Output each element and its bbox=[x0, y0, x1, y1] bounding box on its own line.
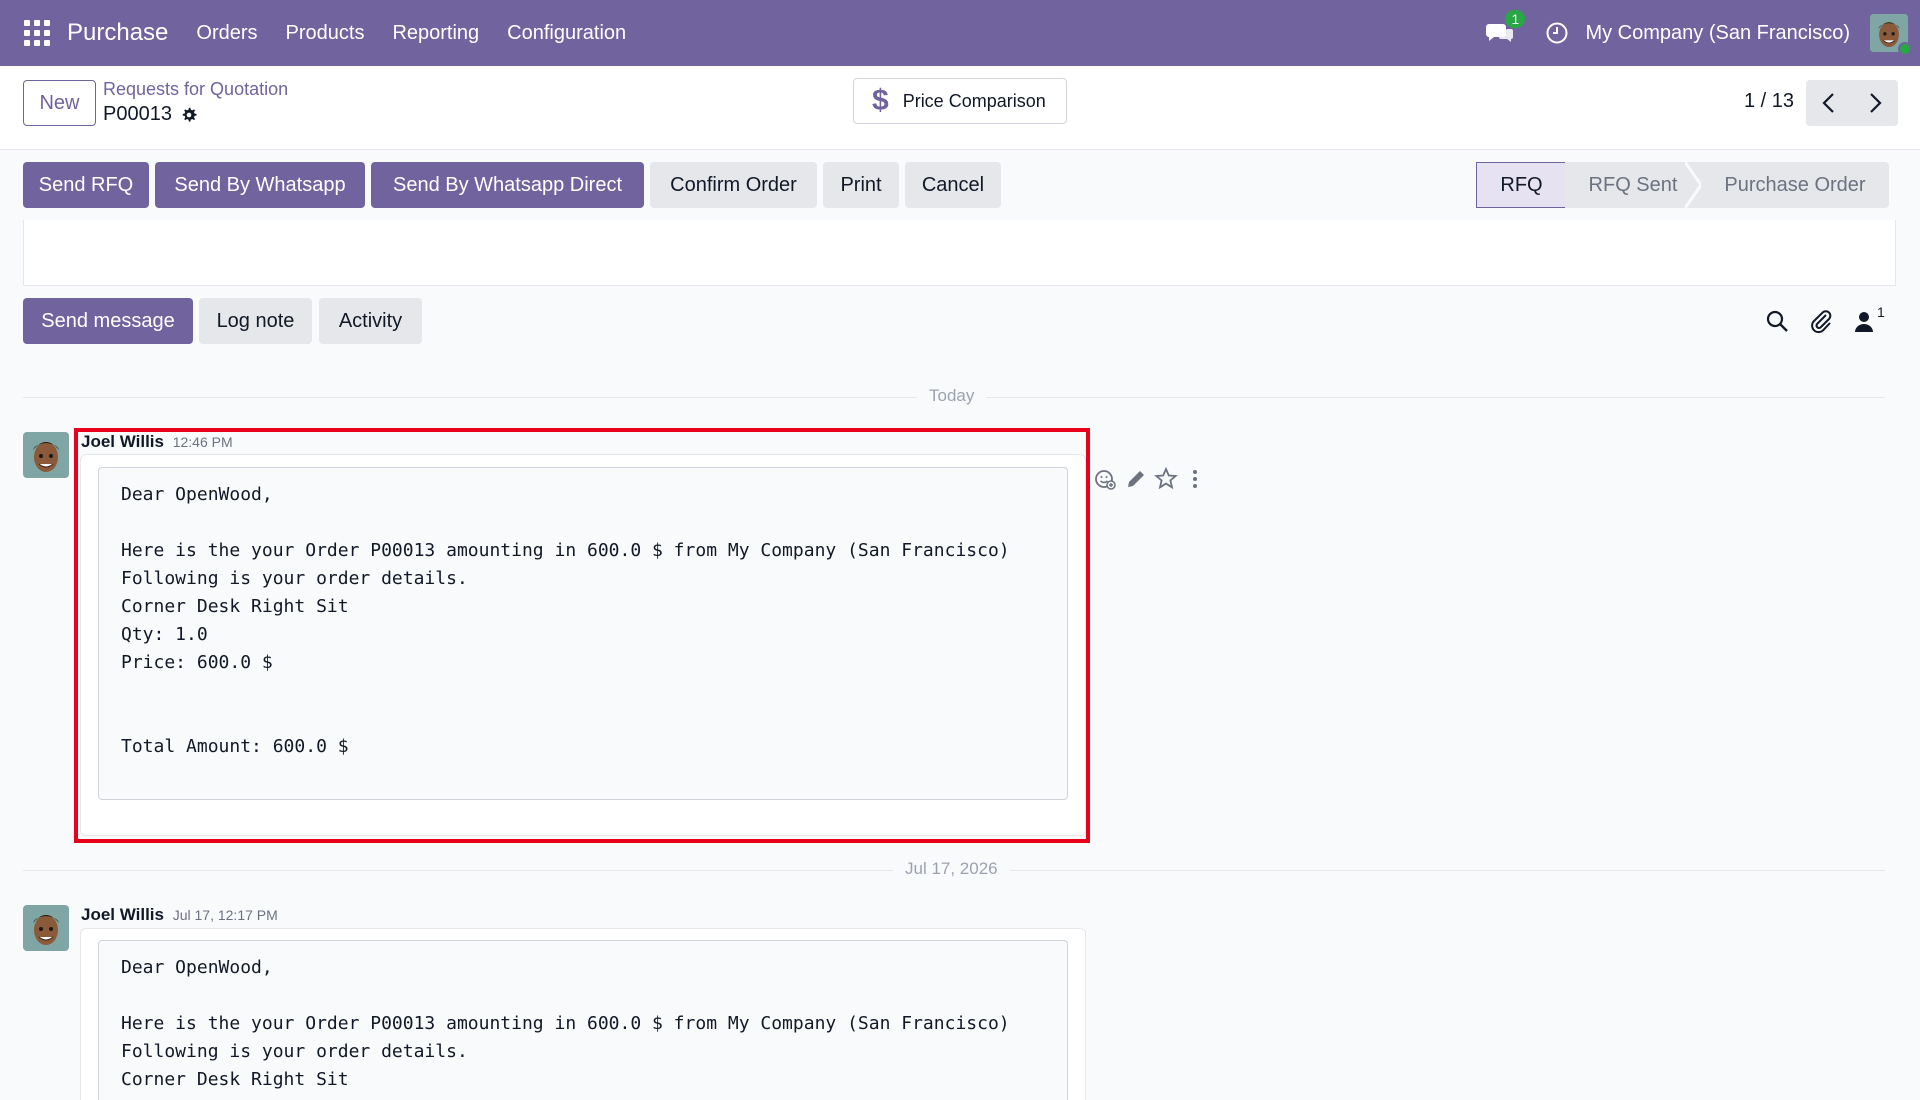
message-author-2[interactable]: Joel Willis Jul 17, 12:17 PM bbox=[81, 905, 278, 925]
menu-reporting[interactable]: Reporting bbox=[392, 22, 479, 45]
send-by-whatsapp-direct-button[interactable]: Send By Whatsapp Direct bbox=[371, 162, 644, 208]
app-brand[interactable]: Purchase bbox=[67, 19, 168, 47]
status-bar: RFQ RFQ Sent Purchase Order bbox=[1476, 162, 1889, 208]
cancel-button[interactable]: Cancel bbox=[905, 162, 1001, 208]
control-panel: New Requests for Quotation P00013 $ Pric… bbox=[0, 66, 1920, 150]
navbar-systray: 1 My Company (San Francisco) bbox=[1485, 0, 1920, 66]
activity-button[interactable]: Activity bbox=[319, 298, 422, 344]
log-note-button[interactable]: Log note bbox=[199, 298, 312, 344]
record-name: P00013 bbox=[103, 103, 172, 125]
chevron-left-icon bbox=[1822, 93, 1834, 113]
stage-rfq[interactable]: RFQ bbox=[1476, 162, 1566, 208]
paperclip-icon[interactable] bbox=[1808, 308, 1834, 334]
pager-value[interactable]: 1 / 13 bbox=[1744, 90, 1794, 113]
chat-icon[interactable]: 1 bbox=[1485, 10, 1526, 48]
message-body-2: Dear OpenWood, Here is the your Order P0… bbox=[98, 940, 1068, 1100]
send-message-button[interactable]: Send message bbox=[23, 298, 193, 344]
stage-purchase-order-label: Purchase Order bbox=[1724, 173, 1866, 196]
vertical-dots-glyph bbox=[1193, 470, 1197, 488]
menu-orders[interactable]: Orders bbox=[196, 22, 257, 45]
paperclip-glyph bbox=[1811, 310, 1832, 334]
star-glyph bbox=[1154, 466, 1178, 490]
price-comparison-button[interactable]: $ Price Comparison bbox=[853, 78, 1067, 124]
stage-arrow bbox=[1685, 162, 1701, 208]
print-button[interactable]: Print bbox=[823, 162, 899, 208]
online-status-dot bbox=[1898, 42, 1912, 56]
stage-rfq-sent-label: RFQ Sent bbox=[1588, 173, 1678, 196]
dollar-icon: $ bbox=[872, 84, 889, 117]
stage-purchase-order[interactable]: Purchase Order bbox=[1701, 162, 1889, 208]
chevron-right-icon bbox=[1870, 93, 1882, 113]
smiley-plus-glyph bbox=[1095, 470, 1116, 490]
author-avatar-image bbox=[23, 432, 69, 478]
date-separator-jul-17: Jul 17, 2026 bbox=[893, 859, 1010, 879]
search-icon[interactable] bbox=[1764, 308, 1790, 334]
breadcrumb-rfq[interactable]: Requests for Quotation bbox=[103, 79, 288, 100]
follower-count: 1 bbox=[1877, 304, 1885, 320]
chat-count-badge: 1 bbox=[1505, 10, 1526, 28]
send-rfq-button[interactable]: Send RFQ bbox=[23, 162, 149, 208]
pager-previous-button[interactable] bbox=[1806, 80, 1852, 126]
menu-configuration[interactable]: Configuration bbox=[507, 22, 626, 45]
activity-clock-icon[interactable] bbox=[1545, 21, 1569, 45]
new-button[interactable]: New bbox=[23, 80, 96, 126]
stage-rfq-label: RFQ bbox=[1500, 173, 1543, 196]
gear-icon[interactable] bbox=[180, 106, 198, 124]
menu-products[interactable]: Products bbox=[286, 22, 365, 45]
price-comparison-label: Price Comparison bbox=[902, 90, 1046, 111]
confirm-order-button[interactable]: Confirm Order bbox=[650, 162, 817, 208]
message-timestamp-2: Jul 17, 12:17 PM bbox=[172, 907, 278, 923]
stage-rfq-sent[interactable]: RFQ Sent bbox=[1565, 162, 1685, 208]
app-menu-icon[interactable] bbox=[22, 18, 52, 48]
pencil-glyph bbox=[1128, 471, 1144, 487]
magnifier-glyph bbox=[1766, 310, 1788, 332]
record-title: P00013 bbox=[103, 103, 198, 126]
form-sheet bbox=[23, 220, 1896, 286]
star-icon[interactable] bbox=[1154, 466, 1178, 492]
author-name-2: Joel Willis bbox=[81, 905, 164, 924]
more-options-icon[interactable] bbox=[1184, 466, 1206, 492]
user-avatar[interactable] bbox=[1870, 14, 1912, 56]
followers-icon[interactable] bbox=[1853, 308, 1879, 334]
edit-pencil-icon[interactable] bbox=[1124, 466, 1146, 492]
clock-icon bbox=[1546, 22, 1568, 44]
author-avatar-image-2 bbox=[23, 905, 69, 951]
date-separator-today: Today bbox=[917, 386, 987, 406]
highlight-box bbox=[74, 428, 1090, 843]
company-switcher[interactable]: My Company (San Francisco) bbox=[1585, 22, 1850, 45]
pager-next-button[interactable] bbox=[1852, 80, 1898, 126]
send-by-whatsapp-button[interactable]: Send By Whatsapp bbox=[155, 162, 365, 208]
author-avatar[interactable] bbox=[23, 432, 69, 478]
author-avatar-2[interactable] bbox=[23, 905, 69, 951]
top-navbar: Purchase Orders Products Reporting Confi… bbox=[0, 0, 1920, 66]
add-reaction-icon[interactable] bbox=[1094, 466, 1116, 492]
user-glyph bbox=[1855, 312, 1873, 332]
message-actions bbox=[1094, 466, 1206, 492]
